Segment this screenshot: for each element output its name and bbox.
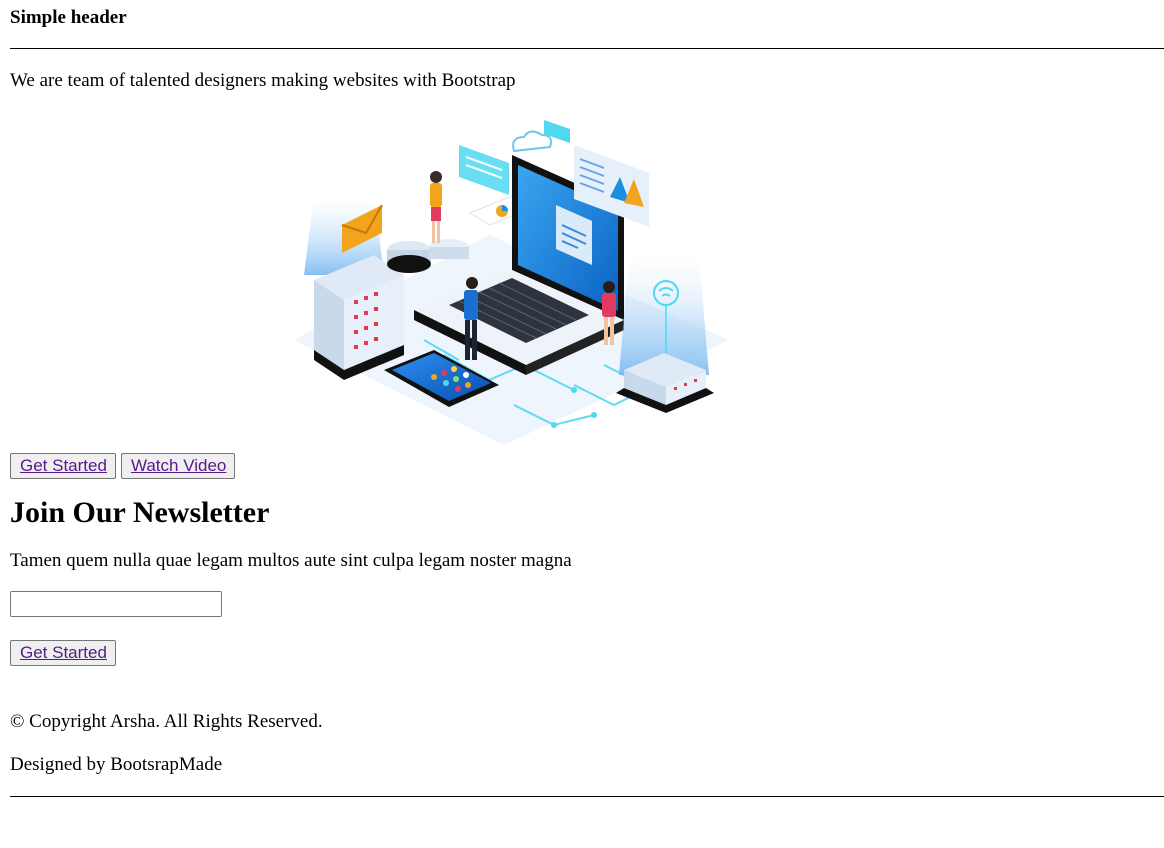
newsletter-title: Join Our Newsletter (10, 496, 270, 529)
page: Simple header We are team of talented de… (0, 0, 1164, 797)
newsletter-button-row: Get Started (10, 640, 1164, 666)
hero-tagline: We are team of talented designers making… (10, 70, 516, 91)
footer-divider (10, 796, 1164, 797)
newsletter-get-started-button[interactable]: Get Started (10, 640, 116, 666)
footer-designed-by: Designed by BootsrapMade (10, 754, 223, 775)
newsletter-description: Tamen quem nulla quae legam multos aute … (10, 550, 572, 571)
footer-copyright: © Copyright Arsha. All Rights Reserved. (10, 711, 323, 732)
hero-buttons: Get Started Watch Video (10, 453, 1164, 479)
hero-illustration (294, 120, 729, 445)
watch-video-button[interactable]: Watch Video (120, 453, 236, 479)
newsletter-email-input[interactable] (10, 591, 222, 617)
header-title: Simple header (10, 7, 127, 28)
header-divider (10, 48, 1164, 49)
get-started-button[interactable]: Get Started (10, 453, 116, 479)
